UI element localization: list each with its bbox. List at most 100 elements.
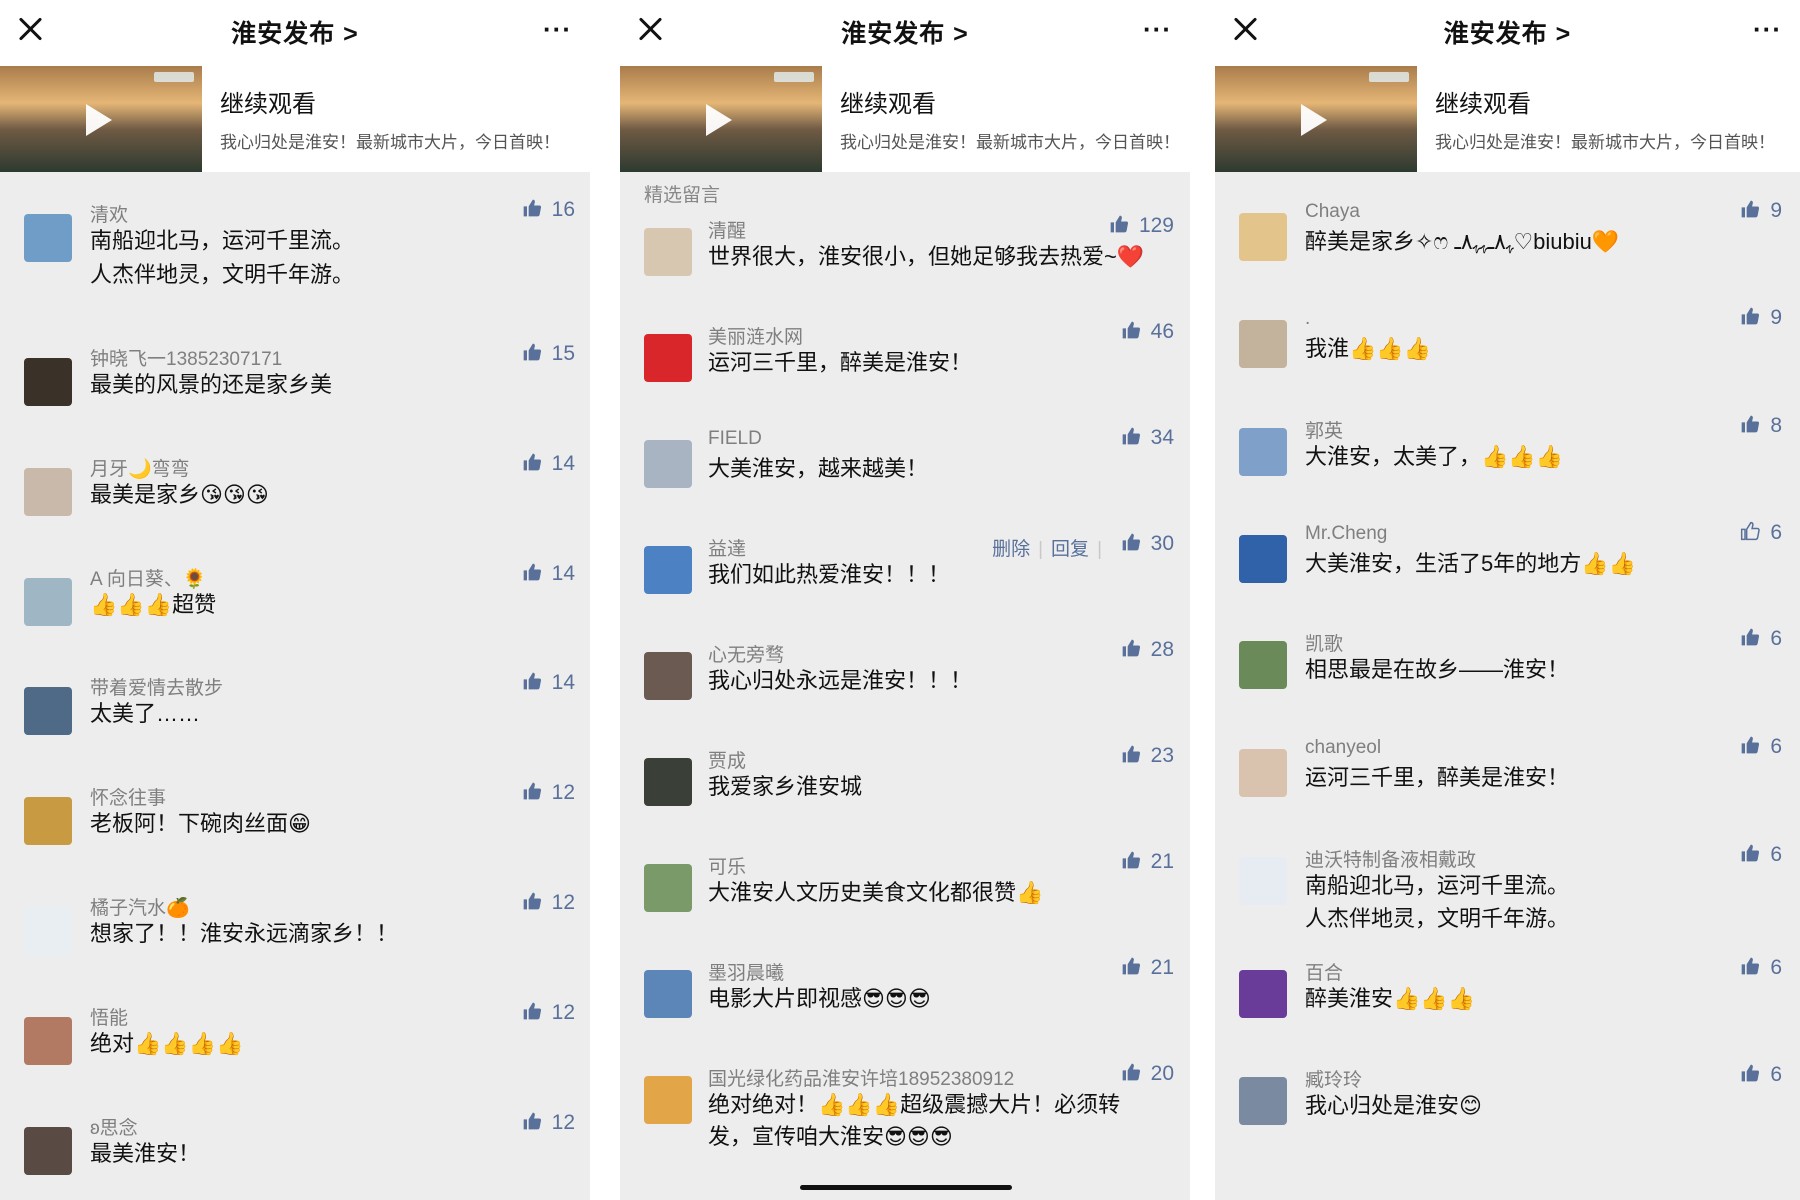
video-thumbnail[interactable] — [0, 66, 202, 172]
video-thumbnail[interactable] — [620, 66, 822, 172]
like-thumb-icon[interactable] — [522, 198, 542, 218]
avatar[interactable] — [644, 546, 692, 594]
commenter-name[interactable]: . — [1305, 308, 1310, 330]
continue-watching-card[interactable]: 继续观看 我心归处是淮安！最新城市大片，今日首映！ — [0, 60, 590, 172]
avatar[interactable] — [24, 468, 72, 516]
reply-button[interactable]: 回复 — [1051, 539, 1089, 560]
play-icon[interactable] — [1301, 104, 1327, 136]
play-icon[interactable] — [86, 104, 112, 136]
commenter-name[interactable]: Chaya — [1305, 201, 1360, 223]
video-thumbnail[interactable] — [1215, 66, 1417, 172]
avatar[interactable] — [644, 440, 692, 488]
commenter-name[interactable]: 橘子汽水🍊 — [90, 893, 190, 920]
like-thumb-icon[interactable] — [1740, 414, 1760, 434]
like-thumb-icon[interactable] — [522, 781, 542, 801]
more-icon[interactable]: ··· — [1143, 14, 1172, 45]
avatar[interactable] — [24, 687, 72, 735]
more-icon[interactable]: ··· — [543, 14, 572, 45]
commenter-name[interactable]: 美丽涟水网 — [708, 322, 803, 349]
continue-watching-card[interactable]: 继续观看 我心归处是淮安！最新城市大片，今日首映！ — [1215, 60, 1800, 172]
commenter-name[interactable]: 月牙🌙弯弯 — [90, 454, 190, 481]
like-count[interactable]: 6 — [1740, 1063, 1782, 1087]
like-count[interactable]: 12 — [522, 1001, 575, 1025]
like-count[interactable]: 9 — [1740, 199, 1782, 223]
avatar[interactable] — [644, 758, 692, 806]
like-thumb-icon[interactable] — [1740, 956, 1760, 976]
more-icon[interactable]: ··· — [1753, 14, 1782, 45]
like-thumb-icon[interactable] — [1740, 735, 1760, 755]
avatar[interactable] — [24, 907, 72, 955]
avatar[interactable] — [644, 228, 692, 276]
commenter-name[interactable]: FIELD — [708, 428, 762, 450]
like-thumb-icon[interactable] — [522, 1111, 542, 1131]
like-count[interactable]: 8 — [1740, 414, 1782, 438]
avatar[interactable] — [1239, 535, 1287, 583]
play-icon[interactable] — [706, 104, 732, 136]
commenter-name[interactable]: 凯歌 — [1305, 629, 1343, 656]
avatar[interactable] — [1239, 857, 1287, 905]
avatar[interactable] — [1239, 970, 1287, 1018]
like-count[interactable]: 129 — [1109, 214, 1174, 238]
like-count[interactable]: 21 — [1121, 850, 1174, 874]
commenter-name[interactable]: 臧玲玲 — [1305, 1065, 1362, 1092]
avatar[interactable] — [644, 652, 692, 700]
like-count[interactable]: 46 — [1121, 320, 1174, 344]
like-count[interactable]: 20 — [1121, 1062, 1174, 1086]
like-count[interactable]: 23 — [1121, 744, 1174, 768]
like-thumb-icon[interactable] — [1740, 306, 1760, 326]
commenter-name[interactable]: 钟晓飞一13852307171 — [90, 344, 282, 371]
avatar[interactable] — [24, 797, 72, 845]
like-count[interactable]: 9 — [1740, 306, 1782, 330]
commenter-name[interactable]: 郭英 — [1305, 416, 1343, 443]
like-thumb-icon[interactable] — [522, 562, 542, 582]
like-count[interactable]: 6 — [1740, 843, 1782, 867]
like-thumb-icon[interactable] — [522, 891, 542, 911]
commenter-name[interactable]: 贾成 — [708, 746, 746, 773]
commenter-name[interactable]: 心无旁骛 — [708, 640, 784, 667]
like-count[interactable]: 6 — [1740, 956, 1782, 980]
like-count[interactable]: 16 — [522, 198, 575, 222]
like-count[interactable]: 6 — [1740, 735, 1782, 759]
commenter-name[interactable]: A 向日葵、🌻 — [90, 564, 207, 591]
commenter-name[interactable]: 清醒 — [708, 216, 746, 243]
like-count[interactable]: 6 — [1740, 627, 1782, 651]
avatar[interactable] — [644, 864, 692, 912]
like-count[interactable]: 15 — [522, 342, 575, 366]
like-thumb-icon[interactable] — [522, 1001, 542, 1021]
commenter-name[interactable]: 益達 — [708, 534, 746, 561]
like-thumb-icon[interactable] — [1121, 956, 1141, 976]
account-title-link[interactable]: 淮安发布 > — [1215, 14, 1800, 50]
like-count[interactable]: 6 — [1740, 521, 1782, 545]
continue-watching-card[interactable]: 继续观看 我心归处是淮安！最新城市大片，今日首映！ — [620, 60, 1190, 172]
like-thumb-icon[interactable] — [1740, 627, 1760, 647]
like-thumb-icon[interactable] — [1121, 320, 1141, 340]
avatar[interactable] — [24, 1017, 72, 1065]
avatar[interactable] — [1239, 1077, 1287, 1125]
commenter-name[interactable]: 带着爱情去散步 — [90, 673, 223, 700]
avatar[interactable] — [1239, 320, 1287, 368]
commenter-name[interactable]: 怀念往事 — [90, 783, 166, 810]
like-thumb-icon[interactable] — [1121, 638, 1141, 658]
like-count[interactable]: 14 — [522, 671, 575, 695]
like-thumb-icon[interactable] — [522, 452, 542, 472]
avatar[interactable] — [1239, 428, 1287, 476]
like-count[interactable]: 12 — [522, 1111, 575, 1135]
commenter-name[interactable]: 悟能 — [90, 1003, 128, 1030]
like-thumb-icon[interactable] — [1109, 214, 1129, 234]
avatar[interactable] — [24, 214, 72, 262]
commenter-name[interactable]: 清欢 — [90, 200, 128, 227]
like-thumb-icon[interactable] — [1121, 850, 1141, 870]
avatar[interactable] — [1239, 213, 1287, 261]
like-count[interactable]: 12 — [522, 891, 575, 915]
like-count[interactable]: 14 — [522, 452, 575, 476]
like-thumb-icon[interactable] — [1740, 521, 1761, 541]
like-count[interactable]: 21 — [1121, 956, 1174, 980]
avatar[interactable] — [1239, 749, 1287, 797]
account-title-link[interactable]: 淮安发布 > — [620, 14, 1190, 50]
avatar[interactable] — [644, 334, 692, 382]
avatar[interactable] — [24, 578, 72, 626]
avatar[interactable] — [644, 1076, 692, 1124]
like-count[interactable]: 12 — [522, 781, 575, 805]
like-thumb-icon[interactable] — [1740, 199, 1760, 219]
commenter-name[interactable]: 国光绿化药品淮安许培18952380912 — [708, 1064, 1014, 1091]
